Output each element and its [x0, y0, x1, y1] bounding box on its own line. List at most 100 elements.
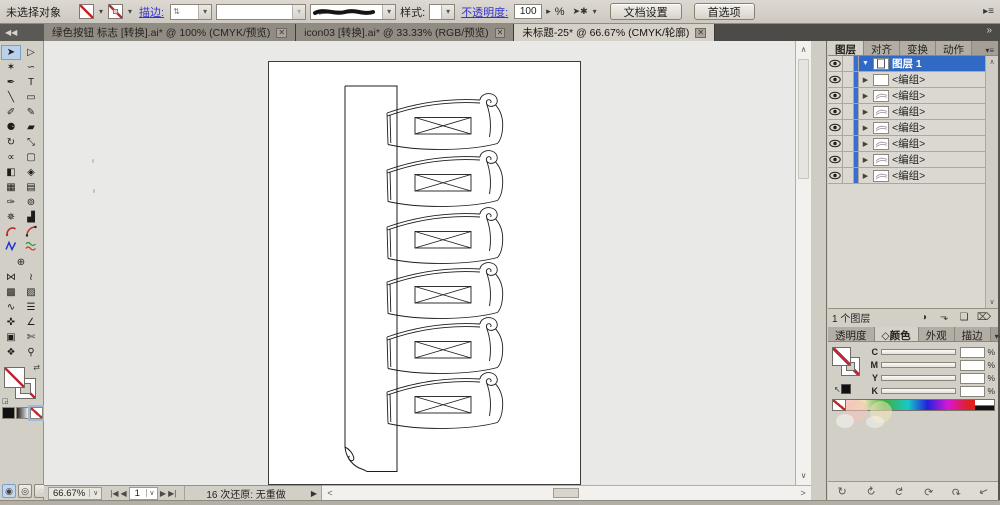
stepper-icon[interactable]: ⇅: [171, 7, 180, 16]
channel-slider[interactable]: [881, 375, 956, 381]
tool-wave-lines[interactable]: [21, 240, 41, 255]
opacity-input[interactable]: 100: [514, 4, 543, 19]
layer-row-group-5[interactable]: ▶<编组>○: [828, 136, 998, 152]
dock-expand-icon[interactable]: »: [986, 24, 1000, 41]
delete-layer-button[interactable]: ⌦: [974, 312, 994, 323]
spin-3-icon[interactable]: ↻: [892, 485, 906, 497]
create-new-layer-button[interactable]: ❏: [954, 312, 974, 323]
spin-1-icon[interactable]: ↻: [838, 485, 847, 498]
make-clipping-mask-button[interactable]: ◑: [914, 312, 934, 323]
none-mode-button[interactable]: [28, 405, 45, 421]
lock-toggle[interactable]: [843, 168, 854, 183]
tool-blob-brush[interactable]: ⚈: [1, 120, 21, 135]
tool-scale[interactable]: ⤡: [21, 135, 41, 150]
tool-symbol-sprayer[interactable]: ✵: [1, 210, 21, 225]
tool-magic-wand[interactable]: ✶: [1, 60, 21, 75]
draw-behind-button[interactable]: ◎: [18, 484, 32, 498]
tool-artboard-target[interactable]: ⊕: [1, 255, 41, 270]
expand-triangle-icon[interactable]: ▶: [861, 172, 870, 180]
channel-value-input[interactable]: [960, 385, 985, 397]
channel-slider[interactable]: [881, 388, 956, 394]
chevron-down-icon[interactable]: ▾: [198, 4, 212, 19]
document-setup-button[interactable]: 文档设置: [609, 3, 682, 20]
visibility-eye-icon[interactable]: [828, 56, 843, 71]
tool-line-segment[interactable]: ╲: [1, 90, 21, 105]
scroll-down-icon[interactable]: ∨: [986, 298, 998, 306]
visibility-eye-icon[interactable]: [828, 72, 843, 87]
visibility-eye-icon[interactable]: [828, 152, 843, 167]
fill-color-none[interactable]: [4, 367, 25, 388]
tool-arc[interactable]: [21, 225, 41, 240]
spin-5-icon[interactable]: ↻: [949, 483, 962, 498]
tool-warp[interactable]: ⋈: [1, 270, 21, 285]
lock-toggle[interactable]: [843, 56, 854, 71]
tool-curvature[interactable]: [1, 225, 21, 240]
expand-triangle-icon[interactable]: ▶: [861, 76, 870, 84]
opacity-stepper-icon[interactable]: ▸: [546, 6, 551, 17]
tool-width-tool[interactable]: ∝: [1, 150, 21, 165]
expand-triangle-icon[interactable]: ▶: [861, 140, 870, 148]
arrow-ne-icon[interactable]: ↗: [977, 483, 991, 498]
spin-4-icon[interactable]: ↻: [919, 484, 935, 498]
scroll-up-icon[interactable]: ∧: [796, 43, 811, 57]
tool-slice[interactable]: ✄: [21, 330, 41, 345]
tool-hand[interactable]: ❖: [1, 345, 21, 360]
layer-row-group-7[interactable]: ▶<编组>○: [828, 168, 998, 184]
first-artboard-icon[interactable]: |◀: [110, 489, 118, 498]
white-black-swatches[interactable]: [975, 400, 994, 410]
lock-toggle[interactable]: [843, 152, 854, 167]
tool-flag-warp[interactable]: ≀: [21, 270, 41, 285]
layer-row-group-3[interactable]: ▶<编组>○: [828, 104, 998, 120]
horizontal-scrollbar[interactable]: < >: [322, 485, 811, 500]
layers-scroll-column[interactable]: ∧ ∨: [985, 56, 998, 308]
last-artboard-icon[interactable]: ▶|: [168, 489, 176, 498]
tool-type[interactable]: T: [21, 75, 41, 90]
tool-pen[interactable]: ✒: [1, 75, 21, 90]
scroll-left-icon[interactable]: <: [323, 486, 337, 500]
tool-scribble[interactable]: ∿: [1, 300, 21, 315]
tool-eraser[interactable]: ▰: [21, 120, 41, 135]
scroll-down-icon[interactable]: ∨: [796, 469, 811, 483]
close-icon[interactable]: ✕: [276, 27, 288, 38]
channel-value-input[interactable]: [960, 372, 985, 384]
lock-toggle[interactable]: [843, 88, 854, 103]
layer-row-group-6[interactable]: ▶<编组>○: [828, 152, 998, 168]
expand-triangle-icon[interactable]: ▶: [861, 124, 870, 132]
brush-definition-combo[interactable]: ▾: [310, 3, 397, 20]
document-tab-2[interactable]: icon03 [转换].ai* @ 33.33% (RGB/预览) ✕: [296, 24, 515, 41]
scroll-up-icon[interactable]: ∧: [986, 58, 998, 66]
artboard-number-combo[interactable]: 1 ∨: [128, 486, 158, 500]
default-fill-stroke-icon[interactable]: ◲: [2, 397, 9, 405]
tool-free-transform[interactable]: ▢: [21, 150, 41, 165]
tool-lasso[interactable]: ∽: [21, 60, 41, 75]
none-color-swatch[interactable]: [833, 400, 846, 410]
visibility-eye-icon[interactable]: [828, 120, 843, 135]
tool-direct-selection[interactable]: ▷: [21, 45, 41, 60]
tool-shape-builder[interactable]: ◧: [1, 165, 21, 180]
channel-value-input[interactable]: [960, 359, 985, 371]
chevron-down-icon[interactable]: ▾: [592, 7, 598, 16]
visibility-eye-icon[interactable]: [828, 168, 843, 183]
tool-artboard-frame[interactable]: ▣: [1, 330, 21, 345]
tool-rotate[interactable]: ↻: [1, 135, 21, 150]
scroll-right-icon[interactable]: >: [796, 486, 810, 500]
tab-transparency[interactable]: 透明度: [828, 327, 875, 342]
prev-artboard-icon[interactable]: ◀: [120, 489, 126, 498]
close-icon[interactable]: ✕: [494, 27, 506, 38]
stroke-panel-link[interactable]: 描边:: [139, 4, 164, 20]
layer-row-layer1[interactable]: ▼图层 1○: [828, 56, 998, 72]
color-spectrum-bar[interactable]: [832, 399, 995, 411]
tab-appearance[interactable]: 外观: [918, 327, 955, 342]
visibility-eye-icon[interactable]: [828, 136, 843, 151]
tool-blend[interactable]: ⊚: [21, 195, 41, 210]
chevron-down-icon[interactable]: ∨: [145, 489, 157, 497]
document-tab-1[interactable]: 绿色按钮 标志 [转换].ai* @ 100% (CMYK/预览) ✕: [44, 24, 297, 41]
zoom-level-combo[interactable]: 66.67% ∨: [48, 486, 103, 500]
visibility-eye-icon[interactable]: [828, 88, 843, 103]
expand-triangle-icon[interactable]: ▶: [861, 108, 870, 116]
tool-eyedropper[interactable]: ✑: [1, 195, 21, 210]
fill-stroke-indicator[interactable]: ⇄ ◲: [2, 363, 40, 405]
expand-triangle-icon[interactable]: ▶: [861, 92, 870, 100]
fill-none-proxy[interactable]: [832, 347, 851, 366]
gradient-mode-button[interactable]: [16, 407, 29, 419]
